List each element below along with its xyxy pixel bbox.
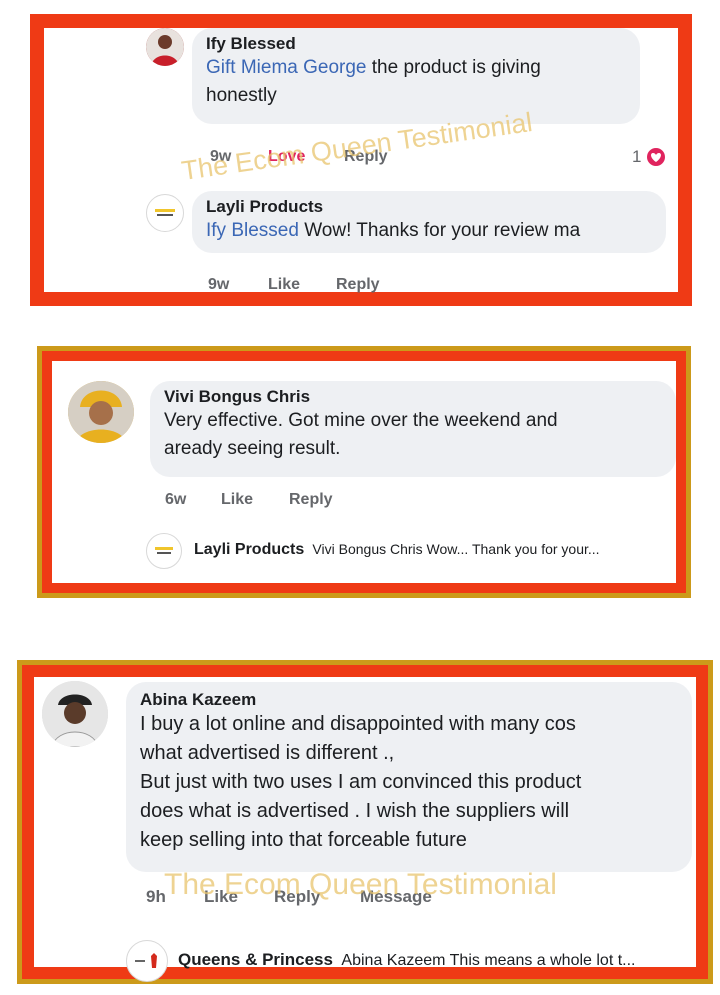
avatar-ify-blessed[interactable] — [146, 28, 184, 66]
comment-bubble: Vivi Bongus Chris Very effective. Got mi… — [150, 381, 676, 477]
comment-author[interactable]: Abina Kazeem — [140, 690, 678, 710]
logo-icon — [155, 209, 175, 216]
comment-author[interactable]: Vivi Bongus Chris — [164, 387, 662, 407]
testimonial-card-2: Vivi Bongus Chris Very effective. Got mi… — [37, 346, 691, 598]
collapsed-reply[interactable]: Queens & Princess Abina Kazeem This mean… — [178, 950, 636, 970]
reply-author[interactable]: Layli Products — [194, 541, 304, 558]
layli-products-logo[interactable] — [146, 533, 182, 569]
reply-text: Ify Blessed Wow! Thanks for your review … — [206, 220, 581, 241]
love-reaction-icon — [645, 146, 668, 168]
comment-actions: 6w Like Reply — [165, 491, 333, 509]
comment-time: 9w — [210, 148, 232, 165]
like-button[interactable]: Like — [204, 887, 274, 907]
collapsed-reply[interactable]: Layli Products Vivi Bongus Chris Wow... … — [194, 541, 600, 559]
reply-button[interactable]: Reply — [274, 887, 360, 907]
comment-text: Gift Miema George the product is giving … — [206, 57, 541, 106]
avatar-abina-kazeem[interactable] — [42, 681, 108, 747]
layli-products-logo[interactable] — [146, 194, 184, 232]
comment-actions: 9h Like Reply Message — [146, 887, 432, 907]
comment-bubble: Abina Kazeem I buy a lot online and disa… — [126, 682, 692, 872]
reply-author[interactable]: Layli Products — [206, 197, 652, 217]
comment-author[interactable]: Ify Blessed — [206, 34, 626, 54]
love-button[interactable]: Love — [268, 148, 344, 166]
comment-time: 6w — [165, 491, 187, 508]
reply-author[interactable]: Queens & Princess — [178, 950, 333, 969]
testimonial-card-3: Abina Kazeem I buy a lot online and disa… — [17, 660, 713, 984]
reaction-count[interactable]: 1 — [632, 146, 668, 168]
reply-button[interactable]: Reply — [336, 276, 380, 294]
reply-preview: Vivi Bongus Chris Wow... Thank you for y… — [312, 541, 600, 557]
comment-actions: 9w Love Reply — [210, 148, 388, 166]
avatar-vivi-bongus-chris[interactable] — [68, 381, 134, 443]
reply-preview: Abina Kazeem This means a whole lot t... — [341, 952, 636, 969]
like-button[interactable]: Like — [221, 491, 289, 509]
reply-button[interactable]: Reply — [344, 148, 388, 166]
reply-button[interactable]: Reply — [289, 491, 333, 509]
mention-link[interactable]: Gift Miema George — [206, 57, 367, 78]
like-button[interactable]: Like — [268, 276, 336, 294]
logo-icon — [155, 547, 173, 554]
logo-icon — [135, 953, 157, 968]
comment-time: 9h — [146, 887, 166, 906]
reply-time: 9w — [208, 276, 230, 293]
reply-actions: 9w Like Reply — [208, 276, 380, 294]
comment-text: Very effective. Got mine over the weeken… — [164, 410, 558, 459]
reply-mention-link[interactable]: Ify Blessed — [206, 220, 299, 241]
testimonial-card-1: Ify Blessed Gift Miema George the produc… — [30, 14, 692, 306]
avatar-image — [68, 381, 134, 443]
reply-bubble: Layli Products Ify Blessed Wow! Thanks f… — [192, 191, 666, 253]
queens-princess-logo[interactable] — [126, 940, 168, 982]
message-button[interactable]: Message — [360, 887, 432, 907]
comment-text: I buy a lot online and disappointed with… — [140, 713, 582, 851]
comment-bubble: Ify Blessed Gift Miema George the produc… — [192, 28, 640, 124]
avatar-image — [42, 681, 108, 747]
reaction-count-number: 1 — [632, 147, 642, 166]
avatar-image — [146, 28, 184, 66]
